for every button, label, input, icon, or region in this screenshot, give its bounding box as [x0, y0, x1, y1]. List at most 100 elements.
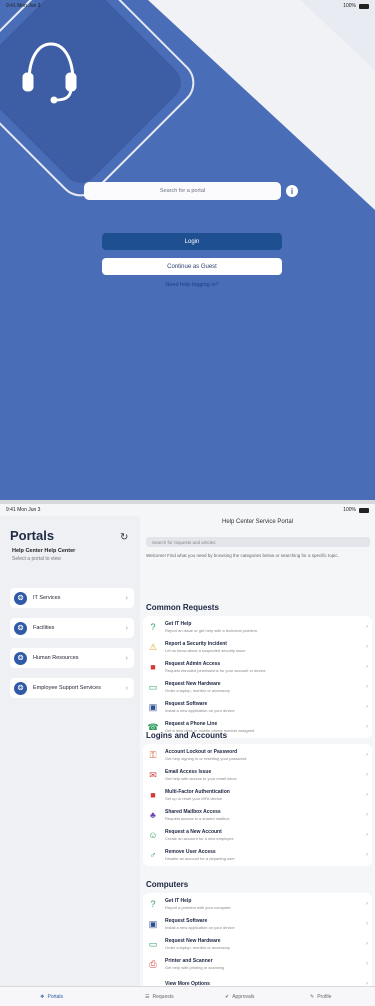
- catalog-item-title: Shared Mailbox Access: [165, 809, 221, 815]
- catalog-item-text: Request Admin Access Request elevated per…: [165, 661, 366, 673]
- approvals-icon: ✔: [225, 993, 230, 1000]
- catalog-item[interactable]: ♣ Shared Mailbox Access Request access to …: [143, 805, 372, 825]
- portal-search-placeholder: Search for a portal: [159, 188, 206, 194]
- portals-icon: ❖: [40, 993, 45, 1000]
- requests-icon: ☰: [145, 993, 150, 1000]
- battery-icon: [359, 3, 369, 9]
- portal-description: Welcome! Find what you need by browsing …: [146, 553, 339, 558]
- catalog-item-subtitle: Install a new application on your device: [165, 925, 235, 930]
- portal-label: IT Services: [33, 595, 61, 601]
- lock-icon: ■: [150, 790, 156, 800]
- catalog-item[interactable]: ⚿ Account Lockout or Password Get help sig…: [143, 745, 372, 765]
- status-time: 9:41 Mon Jun 3: [6, 3, 41, 9]
- catalog-item-title: Multi-Factor Authentication: [165, 789, 230, 795]
- help-login-link[interactable]: Need help logging in?: [102, 282, 282, 288]
- chevron-right-icon: ›: [366, 792, 368, 798]
- catalog-item[interactable]: ■ Request Admin Access Request elevated pe…: [143, 657, 372, 677]
- catalog-item-title: Request a New Account: [165, 829, 222, 835]
- catalog-item-title: Report a Security Incident: [165, 641, 227, 647]
- sidebar-item-facilities[interactable]: ❂ Facilities ›: [10, 618, 134, 638]
- chevron-right-icon: ›: [366, 941, 368, 947]
- catalog-item-subtitle: Disable an account for a departing user: [165, 856, 235, 861]
- catalog-item-text: Request New Hardware Order a laptop, moni…: [165, 681, 366, 693]
- portals-screen: 9:41 Mon Jun 3 100% Portals ↻ Help Cente…: [0, 504, 375, 1006]
- catalog-item-subtitle: Order a laptop, monitor or accessory: [165, 688, 230, 693]
- catalog-item-subtitle: Get help with access to your email inbox: [165, 776, 237, 781]
- catalog-item[interactable]: ■ Multi-Factor Authentication Set up or re…: [143, 785, 372, 805]
- portal-globe-icon: ❂: [14, 621, 27, 635]
- catalog-item[interactable]: … View More Options ›: [143, 974, 372, 986]
- catalog-item-title: Get IT Help: [165, 621, 192, 627]
- catalog-item[interactable]: ⚠ Report a Security Incident Let us know a…: [143, 637, 372, 657]
- portal-search-row: Search for a portal i: [84, 182, 298, 200]
- catalog-item[interactable]: ? Get IT Help Report a problem with your c…: [143, 894, 372, 914]
- catalog-item-text: Email Access Issue Get help with access t…: [165, 769, 366, 781]
- login-background: [0, 0, 375, 500]
- more-icon: …: [148, 979, 158, 986]
- sidebar-item-human-resources[interactable]: ❂ Human Resources ›: [10, 648, 134, 668]
- mail-icon: ✉: [149, 769, 157, 780]
- page-title: Help Center Service Portal: [221, 519, 294, 525]
- login-button[interactable]: Login: [102, 233, 282, 250]
- catalog-item-title: Account Lockout or Password: [165, 749, 238, 755]
- chevron-right-icon: ›: [125, 624, 128, 632]
- catalog-item-title: Request New Hardware: [165, 938, 221, 944]
- catalog-item[interactable]: ▣ Request Software Install a new applicati…: [143, 914, 372, 934]
- chevron-right-icon: ›: [366, 961, 368, 967]
- tab-portals[interactable]: ❖ Portals: [40, 994, 63, 1000]
- laptop-icon: ▭: [148, 681, 158, 692]
- lock-icon: ■: [150, 662, 156, 672]
- help-icon: ?: [150, 622, 156, 632]
- info-icon[interactable]: i: [286, 185, 298, 197]
- catalog-item-text: Remove User Access Disable an account for…: [165, 849, 366, 861]
- tab-approvals[interactable]: ✔ Approvals: [225, 994, 254, 1000]
- warning-icon: ⚠: [148, 641, 158, 652]
- catalog-search-input[interactable]: Search for requests and articles: [146, 537, 370, 547]
- section-card: ? Get IT Help Report an issue or get help …: [143, 616, 372, 738]
- sidebar-caption: Select a portal to view: [12, 556, 61, 562]
- catalog-item[interactable]: ▭ Request New Hardware Order a laptop, mon…: [143, 677, 372, 697]
- portal-label: Human Resources: [33, 655, 79, 661]
- chevron-right-icon: ›: [366, 852, 368, 858]
- catalog-item[interactable]: ⎙ Printer and Scanner Get help with printi…: [143, 954, 372, 974]
- app-root: 9:41 Mon Jun 3 100% Search for a portal …: [0, 0, 375, 1006]
- refresh-icon[interactable]: ↻: [120, 532, 128, 543]
- section-card: ⚿ Account Lockout or Password Get help sig…: [143, 744, 372, 866]
- tab-profile[interactable]: ✎ Profile: [310, 994, 331, 1000]
- catalog-item-text: Get IT Help Report a problem with your co…: [165, 898, 366, 910]
- section-heading: Computers: [146, 880, 189, 889]
- portals-sidebar: Portals ↻ Help Center Help Center Select…: [0, 516, 140, 986]
- catalog-item[interactable]: ▭ Request New Hardware Order a laptop, mon…: [143, 934, 372, 954]
- printer-icon: ⎙: [149, 958, 157, 969]
- catalog-item[interactable]: ✉ Email Access Issue Get help with access …: [143, 765, 372, 785]
- catalog-item-subtitle: Create an account for a new employee: [165, 836, 234, 841]
- portal-globe-icon: ❂: [14, 651, 27, 665]
- catalog-item[interactable]: ? Get IT Help Report an issue or get help …: [143, 617, 372, 637]
- section-card: ? Get IT Help Report a problem with your c…: [143, 893, 372, 986]
- catalog-item-text: Get IT Help Report an issue or get help w…: [165, 621, 366, 633]
- portal-search-input[interactable]: Search for a portal: [84, 182, 281, 200]
- battery-percent: 100%: [343, 507, 356, 513]
- software-icon: ▣: [148, 918, 158, 929]
- portal-globe-icon: ❂: [14, 591, 27, 605]
- chevron-right-icon: ›: [125, 594, 128, 602]
- portal-main: Help Center Service Portal Search for re…: [140, 516, 375, 986]
- guest-button[interactable]: Continue as Guest: [102, 258, 282, 275]
- catalog-item-subtitle: Install a new application on your device: [165, 708, 235, 713]
- catalog-item-subtitle: Report an issue or get help with a techn…: [165, 628, 258, 633]
- tab-requests[interactable]: ☰ Requests: [145, 994, 174, 1000]
- catalog-item[interactable]: ▣ Request Software Install a new applicati…: [143, 697, 372, 717]
- profile-icon: ✎: [310, 993, 315, 1000]
- catalog-item-text: Request New Hardware Order a laptop, moni…: [165, 938, 366, 950]
- help-icon: ?: [150, 899, 156, 909]
- sidebar-item-it-services[interactable]: ❂ IT Services ›: [10, 588, 134, 608]
- catalog-item[interactable]: ☺ Request a New Account Create an account …: [143, 825, 372, 845]
- chevron-right-icon: ›: [366, 704, 368, 710]
- catalog-item-title: Request New Hardware: [165, 681, 221, 687]
- catalog-item-title: Request Software: [165, 701, 208, 707]
- catalog-item[interactable]: ♂ Remove User Access Disable an account fo…: [143, 845, 372, 865]
- catalog-item-subtitle: Request access to a shared mailbox: [165, 816, 230, 821]
- catalog-item-subtitle: Let us know about a suspected security i…: [165, 648, 246, 653]
- chevron-right-icon: ›: [366, 644, 368, 650]
- sidebar-item-employee-support[interactable]: ❂ Employee Support Services ›: [10, 678, 134, 698]
